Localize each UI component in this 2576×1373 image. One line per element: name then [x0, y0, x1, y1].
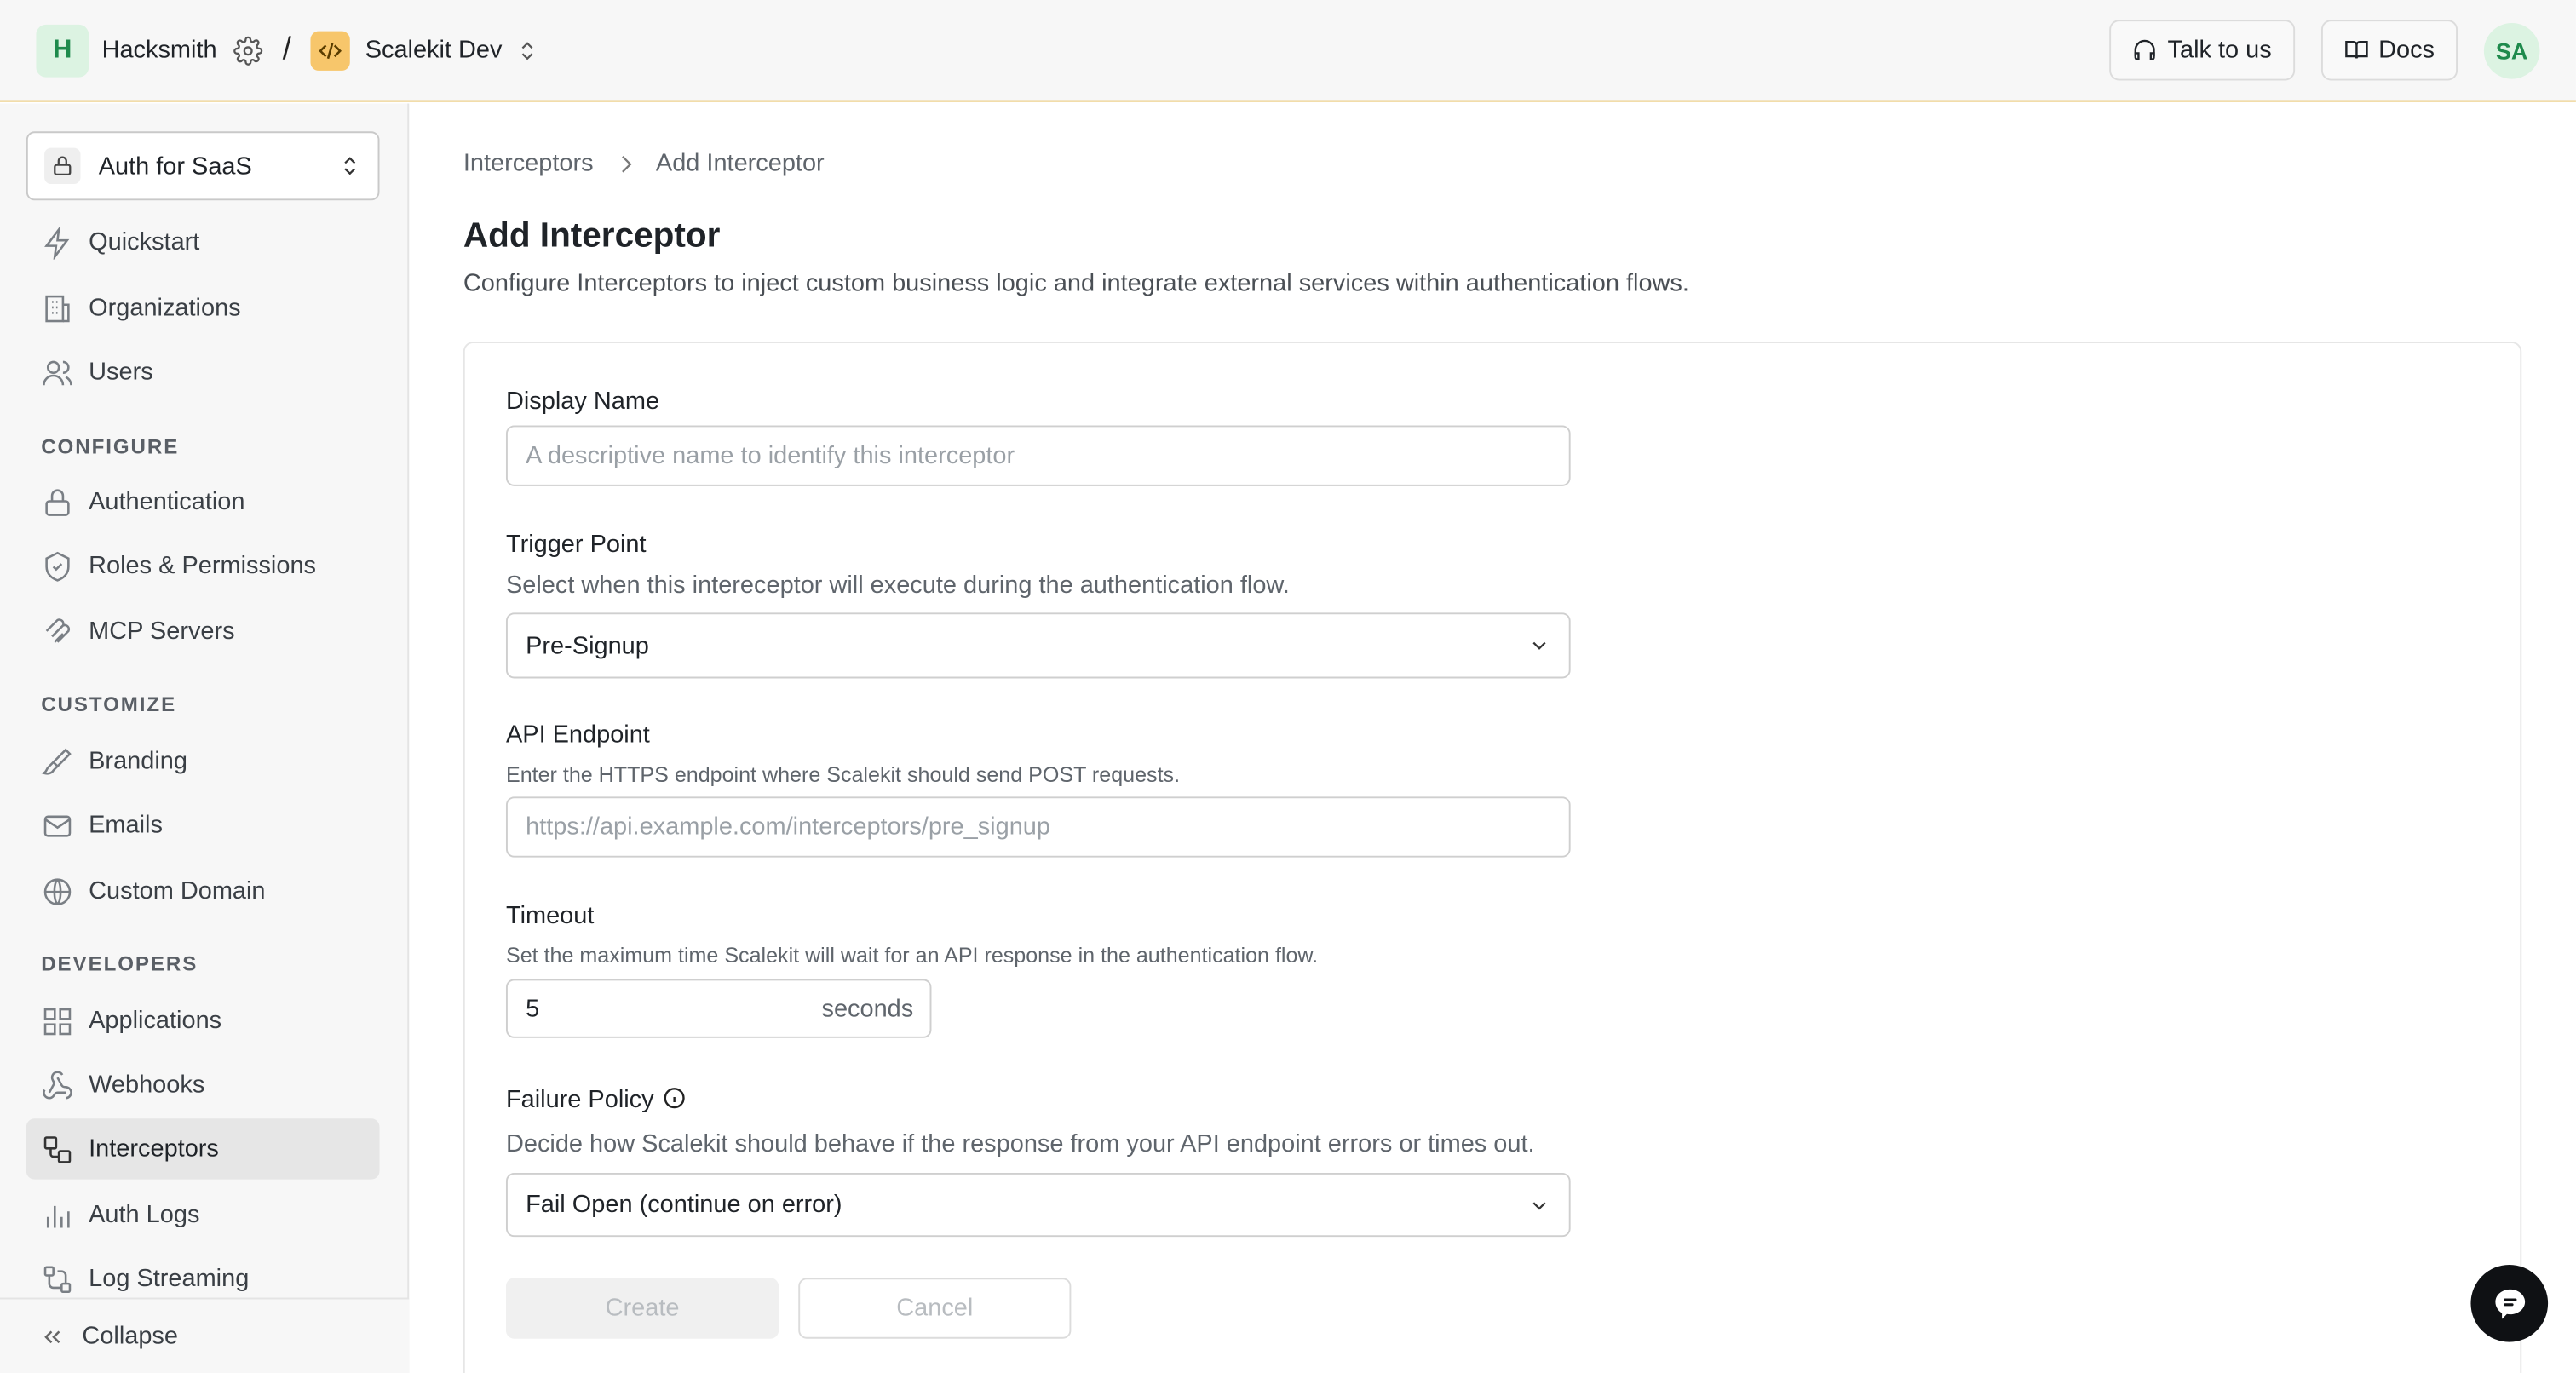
api-endpoint-input[interactable]: https://api.example.com/interceptors/pre…: [505, 796, 1571, 858]
docs-label: Docs: [2378, 36, 2435, 65]
chevron-down-icon: [1528, 634, 1551, 657]
sidebar-item-interceptors[interactable]: Interceptors: [26, 1118, 380, 1180]
sidebar-item-branding[interactable]: Branding: [26, 731, 380, 791]
cancel-button[interactable]: Cancel: [798, 1278, 1072, 1339]
webhook-icon: [41, 1068, 74, 1101]
sidebar-item-emails[interactable]: Emails: [26, 795, 380, 855]
building-icon: [41, 291, 74, 325]
page-description: Configure Interceptors to inject custom …: [463, 269, 1689, 298]
failure-policy-label: Failure Policy: [505, 1085, 654, 1114]
sidebar-item-users[interactable]: Users: [26, 342, 380, 402]
chevron-down-icon: [1528, 1193, 1551, 1216]
api-endpoint-label: API Endpoint: [505, 721, 650, 750]
failure-policy-select[interactable]: Fail Open (continue on error): [505, 1172, 1571, 1238]
app-selector-label: Auth for SaaS: [98, 152, 252, 181]
sidebar-item-authentication[interactable]: Authentication: [26, 471, 380, 531]
mcp-icon: [41, 615, 74, 648]
sidebar-item-custom-domain[interactable]: Custom Domain: [26, 861, 380, 922]
breadcrumb-separator: /: [282, 32, 291, 67]
breadcrumb-current: Add Interceptor: [655, 149, 825, 178]
users-icon: [41, 356, 74, 389]
page-title: Add Interceptor: [463, 216, 721, 255]
sidebar-item-label: Webhooks: [89, 1071, 205, 1100]
workspace-badge[interactable]: H: [36, 23, 89, 77]
trigger-point-value: Pre-Signup: [526, 631, 649, 660]
collapse-button[interactable]: Collapse: [0, 1297, 410, 1373]
stream-icon: [41, 1262, 74, 1295]
chevron-updown-icon[interactable]: [515, 38, 538, 61]
book-icon: [2344, 37, 2369, 62]
sidebar-item-label: Users: [89, 358, 153, 387]
app-selector[interactable]: Auth for SaaS: [26, 131, 380, 201]
globe-icon: [41, 875, 74, 908]
gear-icon[interactable]: [233, 35, 263, 65]
avatar[interactable]: SA: [2483, 22, 2540, 78]
collapse-label: Collapse: [82, 1322, 179, 1351]
sidebar-item-label: Organizations: [89, 294, 241, 322]
create-button[interactable]: Create: [505, 1278, 779, 1339]
chevron-updown-icon: [338, 154, 361, 177]
grid-icon: [41, 1004, 74, 1037]
sidebar-item-applications[interactable]: Applications: [26, 991, 380, 1051]
timeout-label: Timeout: [505, 901, 595, 930]
bolt-icon: [41, 226, 74, 259]
sidebar-item-label: MCP Servers: [89, 618, 235, 646]
timeout-input[interactable]: 5 seconds: [505, 979, 932, 1038]
chat-button[interactable]: [2470, 1264, 2549, 1342]
environment-name[interactable]: Scalekit Dev: [365, 36, 503, 64]
talk-to-us-button[interactable]: Talk to us: [2110, 20, 2295, 81]
timeout-unit: seconds: [821, 994, 914, 1023]
chevrons-left-icon: [39, 1323, 66, 1349]
sidebar-item-label: Emails: [89, 811, 163, 840]
sidebar-item-quickstart[interactable]: Quickstart: [26, 212, 380, 273]
display-name-input[interactable]: A descriptive name to identify this inte…: [505, 425, 1571, 486]
info-icon[interactable]: [662, 1086, 687, 1111]
sidebar-item-roles[interactable]: Roles & Permissions: [26, 536, 380, 596]
section-developers: DEVELOPERS: [41, 952, 198, 976]
brush-icon: [41, 745, 74, 778]
api-endpoint-help: Enter the HTTPS endpoint where Scalekit …: [505, 761, 1181, 787]
failure-policy-label-row: Failure Policy: [506, 1086, 687, 1114]
failure-policy-value: Fail Open (continue on error): [526, 1191, 842, 1219]
talk-to-us-label: Talk to us: [2167, 36, 2272, 65]
lock-icon: [41, 485, 74, 519]
sidebar-item-label: Custom Domain: [89, 876, 266, 905]
section-customize: CUSTOMIZE: [41, 692, 177, 716]
interceptor-icon: [41, 1133, 74, 1166]
sidebar-item-label: Log Streaming: [89, 1264, 250, 1293]
sidebar-item-label: Interceptors: [89, 1135, 219, 1163]
workspace-name[interactable]: Hacksmith: [102, 36, 217, 64]
sidebar-item-label: Branding: [89, 747, 187, 776]
mail-icon: [41, 809, 74, 842]
sidebar-item-label: Auth Logs: [89, 1200, 200, 1229]
sidebar: Auth for SaaS Quickstart Organizations U…: [0, 103, 410, 1373]
sidebar-item-mcp-servers[interactable]: MCP Servers: [26, 601, 380, 662]
chat-icon: [2490, 1284, 2529, 1323]
sidebar-item-organizations[interactable]: Organizations: [26, 278, 380, 338]
sidebar-item-webhooks[interactable]: Webhooks: [26, 1054, 380, 1115]
timeout-value: 5: [526, 994, 540, 1023]
sidebar-item-label: Roles & Permissions: [89, 551, 317, 580]
shield-icon: [41, 549, 74, 583]
trigger-point-label: Trigger Point: [505, 530, 647, 559]
headset-icon: [2133, 37, 2158, 62]
sidebar-item-label: Authentication: [89, 487, 245, 516]
breadcrumb: Interceptors Add Interceptor: [463, 149, 825, 177]
trigger-point-select[interactable]: Pre-Signup: [505, 612, 1571, 679]
breadcrumb-interceptors[interactable]: Interceptors: [463, 149, 594, 177]
code-icon: [311, 30, 351, 70]
sidebar-item-label: Applications: [89, 1007, 222, 1035]
timeout-help: Set the maximum time Scalekit will wait …: [505, 942, 1319, 968]
failure-policy-help: Decide how Scalekit should behave if the…: [505, 1129, 1535, 1158]
lock-icon: [44, 147, 81, 184]
bars-icon: [41, 1198, 74, 1232]
trigger-point-help: Select when this intereceptor will execu…: [505, 572, 1290, 600]
section-configure: CONFIGURE: [41, 435, 180, 459]
sidebar-item-auth-logs[interactable]: Auth Logs: [26, 1184, 380, 1244]
sidebar-item-label: Quickstart: [89, 228, 200, 256]
display-name-label: Display Name: [505, 388, 660, 416]
top-bar: H Hacksmith / Scalekit Dev Talk to us Do…: [0, 0, 2576, 102]
docs-button[interactable]: Docs: [2320, 20, 2458, 81]
chevron-right-icon: [613, 150, 640, 176]
